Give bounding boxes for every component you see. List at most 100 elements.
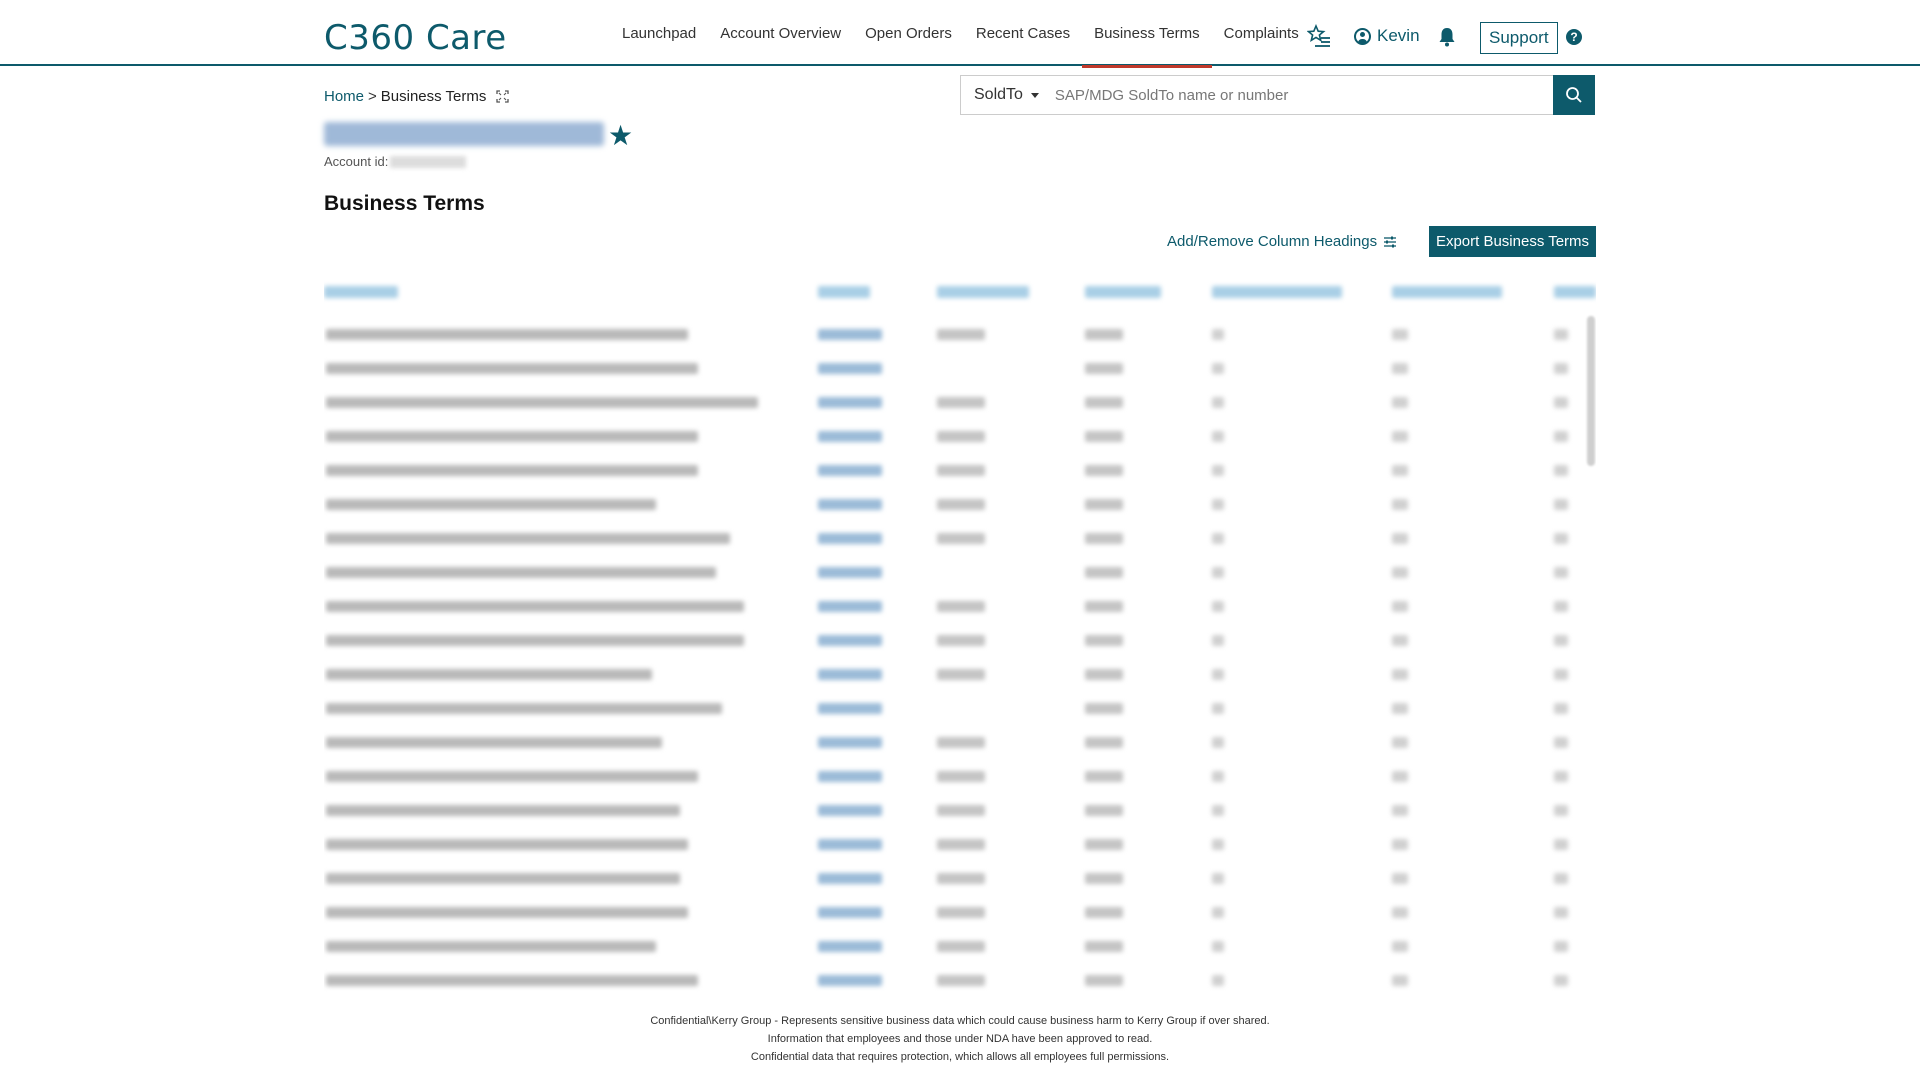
row-code-redacted <box>1085 601 1123 612</box>
row-link-redacted[interactable] <box>818 873 882 884</box>
row-flag-redacted <box>1554 771 1568 782</box>
breadcrumb: Home > Business Terms <box>324 88 510 105</box>
table-row <box>324 794 1579 828</box>
row-flag-redacted <box>1212 805 1224 816</box>
row-link-redacted[interactable] <box>818 431 882 442</box>
row-description-redacted <box>326 431 698 442</box>
scrollbar-thumb[interactable] <box>1587 316 1595 466</box>
row-code-redacted <box>1085 703 1123 714</box>
row-link-redacted[interactable] <box>818 941 882 952</box>
row-link-redacted[interactable] <box>818 975 882 986</box>
row-flag-redacted <box>1212 737 1224 748</box>
soldto-search: SoldTo <box>960 75 1555 115</box>
nav-open-orders[interactable]: Open Orders <box>853 0 964 66</box>
column-header[interactable] <box>1554 286 1596 298</box>
expand-icon[interactable] <box>496 90 510 103</box>
bell-icon[interactable] <box>1438 27 1456 47</box>
row-flag-redacted <box>1554 941 1568 952</box>
row-number-redacted <box>937 601 985 612</box>
row-link-redacted[interactable] <box>818 703 882 714</box>
row-flag-redacted <box>1554 737 1568 748</box>
table-body <box>324 318 1579 996</box>
row-description-redacted <box>326 703 722 714</box>
row-code-redacted <box>1085 397 1123 408</box>
favorite-star-icon[interactable]: ★ <box>608 119 633 152</box>
nav-complaints[interactable]: Complaints <box>1212 0 1311 66</box>
row-code-redacted <box>1085 329 1123 340</box>
breadcrumb-home[interactable]: Home <box>324 88 364 105</box>
row-link-redacted[interactable] <box>818 363 882 374</box>
row-link-redacted[interactable] <box>818 329 882 340</box>
footer-line: Confidential\Kerry Group - Represents se… <box>650 1015 1270 1027</box>
row-description-redacted <box>326 465 698 476</box>
row-link-redacted[interactable] <box>818 499 882 510</box>
row-number-redacted <box>937 635 985 646</box>
soldto-dropdown-label: SoldTo <box>974 86 1023 103</box>
breadcrumb-separator: > <box>368 88 377 105</box>
nav-recent-cases[interactable]: Recent Cases <box>964 0 1082 66</box>
row-link-redacted[interactable] <box>818 771 882 782</box>
column-header[interactable] <box>818 286 870 298</box>
row-link-redacted[interactable] <box>818 397 882 408</box>
search-button[interactable] <box>1553 75 1595 115</box>
nav-account-overview[interactable]: Account Overview <box>708 0 853 66</box>
row-link-redacted[interactable] <box>818 533 882 544</box>
table-row <box>324 318 1579 352</box>
row-link-redacted[interactable] <box>818 839 882 850</box>
column-headings-label: Add/Remove Column Headings <box>1167 233 1378 250</box>
user-menu[interactable]: Kevin <box>1354 26 1420 46</box>
row-description-redacted <box>326 907 688 918</box>
table-row <box>324 352 1579 386</box>
row-flag-redacted <box>1212 771 1224 782</box>
row-number-redacted <box>937 873 985 884</box>
table-header-row <box>324 284 1596 304</box>
column-header[interactable] <box>1392 286 1502 298</box>
row-flag-redacted <box>1392 737 1408 748</box>
export-business-terms-button[interactable]: Export Business Terms <box>1429 226 1596 257</box>
row-link-redacted[interactable] <box>818 635 882 646</box>
row-link-redacted[interactable] <box>818 601 882 612</box>
chevron-down-icon <box>1030 92 1039 98</box>
row-flag-redacted <box>1392 941 1408 952</box>
add-remove-column-headings-link[interactable]: Add/Remove Column Headings <box>1167 233 1397 250</box>
help-icon[interactable]: ? <box>1566 29 1582 45</box>
row-link-redacted[interactable] <box>818 669 882 680</box>
row-flag-redacted <box>1554 669 1568 680</box>
row-number-redacted <box>937 737 985 748</box>
table-row <box>324 896 1579 930</box>
row-flag-redacted <box>1392 703 1408 714</box>
column-header[interactable] <box>1085 286 1161 298</box>
nav-launchpad[interactable]: Launchpad <box>610 0 708 66</box>
row-link-redacted[interactable] <box>818 805 882 816</box>
row-code-redacted <box>1085 805 1123 816</box>
favorites-list-icon[interactable] <box>1307 24 1331 48</box>
search-input[interactable] <box>1046 76 1554 114</box>
search-icon <box>1566 87 1582 103</box>
row-flag-redacted <box>1554 839 1568 850</box>
row-flag-redacted <box>1212 533 1224 544</box>
row-flag-redacted <box>1212 431 1224 442</box>
row-flag-redacted <box>1392 873 1408 884</box>
row-link-redacted[interactable] <box>818 465 882 476</box>
row-flag-redacted <box>1212 329 1224 340</box>
table-scrollbar[interactable] <box>1585 316 1596 996</box>
row-description-redacted <box>326 499 656 510</box>
row-code-redacted <box>1085 873 1123 884</box>
row-link-redacted[interactable] <box>818 907 882 918</box>
brand-logo[interactable]: C360 Care <box>324 18 507 58</box>
row-code-redacted <box>1085 499 1123 510</box>
soldto-dropdown[interactable]: SoldTo <box>961 76 1047 114</box>
support-button[interactable]: Support <box>1480 22 1558 54</box>
row-description-redacted <box>326 771 698 782</box>
row-number-redacted <box>937 975 985 986</box>
row-code-redacted <box>1085 975 1123 986</box>
row-code-redacted <box>1085 737 1123 748</box>
column-header[interactable] <box>1212 286 1342 298</box>
nav-business-terms[interactable]: Business Terms <box>1082 0 1212 68</box>
table-row <box>324 828 1579 862</box>
row-flag-redacted <box>1392 975 1408 986</box>
column-header[interactable] <box>324 286 398 298</box>
row-link-redacted[interactable] <box>818 737 882 748</box>
row-link-redacted[interactable] <box>818 567 882 578</box>
column-header[interactable] <box>937 286 1029 298</box>
